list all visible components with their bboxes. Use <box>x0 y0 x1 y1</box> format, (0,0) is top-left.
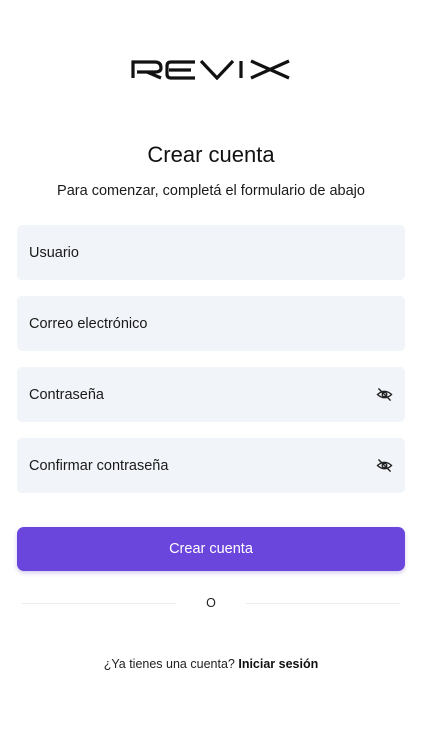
confirm-password-field <box>17 438 405 493</box>
create-account-button[interactable]: Crear cuenta <box>17 527 405 571</box>
brand-logo: REVIX <box>0 58 422 80</box>
login-link[interactable]: Iniciar sesión <box>238 657 318 671</box>
revix-logo-mark <box>131 59 290 80</box>
divider-line-right <box>246 603 400 604</box>
eye-off-icon <box>376 388 392 401</box>
eye-off-icon <box>376 459 392 472</box>
password-visibility-toggle[interactable] <box>373 384 395 406</box>
confirm-password-visibility-toggle[interactable] <box>373 455 395 477</box>
confirm-password-input[interactable] <box>29 457 373 474</box>
password-field <box>17 367 405 422</box>
page-subtitle: Para comenzar, completá el formulario de… <box>57 183 365 199</box>
signup-screen: REVIX Crear cuenta Para comenzar, comple… <box>0 0 422 750</box>
email-field <box>17 296 405 351</box>
login-prompt: ¿Ya tienes una cuenta? Iniciar sesión <box>0 657 422 671</box>
password-input[interactable] <box>29 386 373 403</box>
page-title: Crear cuenta <box>147 142 275 167</box>
username-input[interactable] <box>29 244 393 261</box>
login-prompt-text: ¿Ya tienes una cuenta? <box>103 657 235 671</box>
email-input[interactable] <box>29 315 393 332</box>
username-field <box>17 225 405 280</box>
